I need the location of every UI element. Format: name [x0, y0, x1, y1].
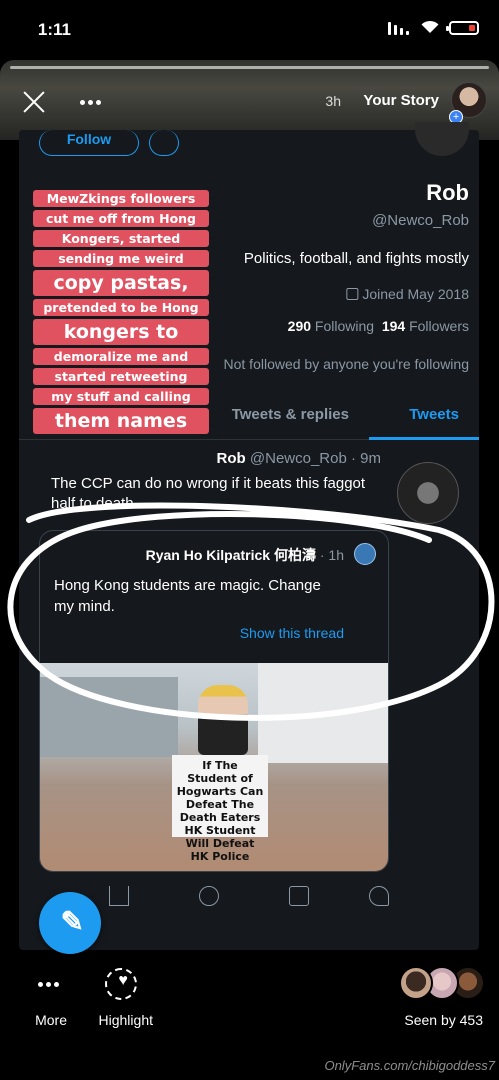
- quoted-photo: If The Student of Hogwarts Can Defeat Th…: [39, 663, 388, 872]
- caption-line: them names: [33, 408, 209, 434]
- story-time: 3h: [325, 93, 341, 109]
- tweet-text: The CCP can do no wrong if it beats this…: [51, 475, 366, 512]
- caption-line: kongers to: [33, 319, 209, 345]
- story-owner-label[interactable]: Your Story: [363, 92, 439, 109]
- profile-handle: @Newco_Rob: [372, 212, 469, 229]
- quoted-text: Hong Kong students are magic. Change my …: [54, 577, 321, 615]
- tweet-meta: @Newco_Rob · 9m: [249, 450, 381, 467]
- quoted-author: Ryan Ho Kilpatrick 何柏濤: [145, 547, 316, 563]
- caption-line: my stuff and calling: [33, 388, 209, 405]
- caption-line: pretended to be Hong: [33, 299, 209, 316]
- photo-student: [198, 685, 248, 755]
- follow-button-label: Follow: [66, 131, 112, 147]
- mirrored-story-stage: 1:11 + Your Story 3h Follow Rob @Newco_R…: [0, 0, 499, 1080]
- profile-name: Rob: [426, 180, 469, 205]
- like-icon: [199, 886, 219, 906]
- story-bottom-bar: Seen by 453 Highlight More: [0, 960, 499, 1040]
- photo-building-left: [258, 663, 388, 763]
- tab-tweets-replies: Tweets & replies: [231, 406, 349, 423]
- profile-bio: Politics, football, and fights mostly: [243, 250, 469, 267]
- status-time: 1:11: [38, 20, 72, 39]
- caption-line: demoralize me and: [33, 348, 209, 365]
- profile-stats: 290 Following 194 Followers: [288, 318, 469, 334]
- story-progress-bar: [10, 66, 489, 69]
- seen-by-label[interactable]: Seen by 453: [404, 1012, 483, 1028]
- quoted-header: Ryan Ho Kilpatrick 何柏濤 · 1h: [145, 547, 344, 563]
- calendar-icon: [346, 288, 359, 300]
- caption-line: sending me weird: [33, 250, 209, 267]
- status-bar: 1:11: [0, 0, 499, 60]
- story-options-icon[interactable]: [80, 100, 101, 105]
- viewer-avatars[interactable]: [399, 966, 485, 1000]
- joined-text: Joined May 2018: [362, 286, 469, 302]
- caption-line: MewZkings followers: [33, 190, 209, 207]
- followers-count: 194: [381, 318, 406, 334]
- more-label[interactable]: More: [35, 1012, 67, 1028]
- quoted-time: 1h: [328, 547, 344, 563]
- caption-line: Kongers, started: [33, 230, 209, 247]
- tab-tweets: Tweets: [409, 406, 459, 423]
- not-followed-text: Not followed by anyone you're following: [223, 356, 470, 372]
- profile-joined: Joined May 2018: [346, 286, 469, 302]
- quoted-avatar: [354, 543, 376, 565]
- follow-button: Follow: [39, 130, 139, 156]
- story-frame[interactable]: + Your Story 3h Follow Rob @Newco_Rob Po…: [0, 60, 499, 960]
- highlight-icon[interactable]: [105, 968, 137, 1000]
- active-tab-indicator: [369, 437, 479, 440]
- quoted-tweet: Ryan Ho Kilpatrick 何柏濤 · 1h Hong Kong st…: [39, 530, 389, 872]
- caption-line: started retweeting: [33, 368, 209, 385]
- following-label: Following: [314, 318, 375, 334]
- compose-icon: ✎: [60, 906, 84, 937]
- tweet-avatar: [397, 462, 459, 524]
- photo-building-right: [39, 677, 178, 757]
- battery-icon: [449, 21, 479, 35]
- story-caption: MewZkings followers cut me off from Hong K…: [33, 190, 209, 434]
- tweet-author: Rob: [216, 450, 246, 467]
- share-icon: [109, 886, 129, 906]
- compose-tweet-button: ✎: [39, 892, 101, 954]
- tweet-header: Rob @Newco_Rob · 9m: [217, 450, 381, 467]
- highlight-label[interactable]: Highlight: [99, 1012, 153, 1028]
- wifi-icon: [421, 20, 439, 33]
- more-icon[interactable]: [38, 982, 59, 987]
- show-thread-link: Show this thread: [239, 625, 344, 641]
- signal-icon: [388, 22, 409, 35]
- caption-line: copy pastas,: [33, 270, 209, 296]
- following-count: 290: [287, 318, 312, 334]
- photo-protest-sign: If The Student of Hogwarts Can Defeat Th…: [172, 755, 268, 863]
- watermark: OnlyFans.com/chibigoddess7: [324, 1058, 495, 1073]
- retweet-icon: [289, 886, 309, 906]
- profile-avatar: [415, 122, 469, 156]
- reply-icon: [369, 886, 389, 906]
- close-icon[interactable]: [22, 90, 46, 114]
- caption-line: cut me off from Hong: [33, 210, 209, 227]
- message-button: [149, 130, 179, 156]
- followers-label: Followers: [409, 318, 469, 334]
